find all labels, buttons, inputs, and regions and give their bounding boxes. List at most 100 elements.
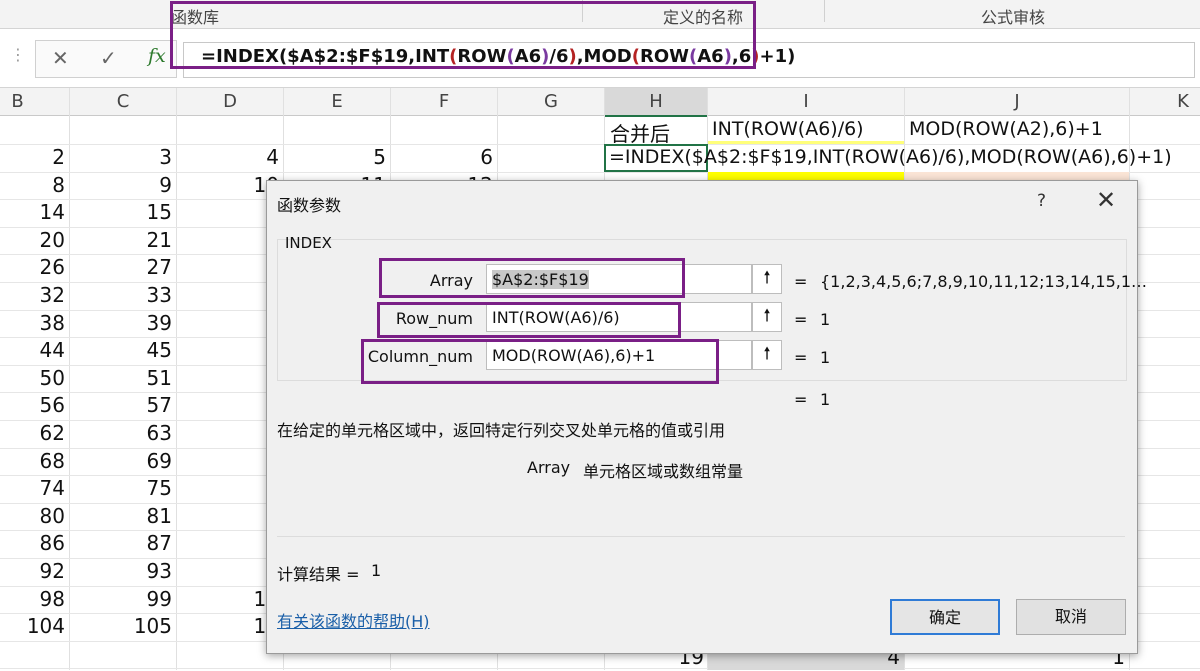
column-c-cell[interactable]: 33 [70,282,172,309]
column-d-cell[interactable]: 7 [177,475,279,502]
equals-sign: = [794,310,808,329]
column-c-cell[interactable]: 27 [70,254,172,281]
row-num-result: 1 [820,310,831,329]
ribbon-divider [824,0,825,22]
column-b-cell[interactable]: 62 [0,420,65,447]
column-header-i[interactable]: I [708,91,904,112]
column-d-cell[interactable]: 10 [177,613,279,640]
column-d-cell[interactable]: 9 [177,558,279,585]
column-d-cell[interactable]: 10 [177,172,279,199]
column-header-b[interactable]: B [0,91,35,112]
cell-h2-formula: =INDEX($A$2:$F$19,INT(ROW(A6)/6),MOD(ROW… [609,146,1172,168]
equals-sign: = [794,390,808,409]
collapse-dialog-icon[interactable]: 🠕 [752,264,782,294]
cancel-formula-icon[interactable]: ✕ [52,46,69,70]
column-d-cell[interactable]: 7 [177,448,279,475]
equals-sign: = [794,348,808,367]
arg-help-description: 单元格区域或数组常量 [583,462,744,481]
column-b-cell[interactable]: 32 [0,282,65,309]
column-c-cell[interactable]: 69 [70,448,172,475]
column-b-cell[interactable]: 98 [0,586,65,613]
grip-icon: ⋮ [10,45,26,64]
formula-highlight-box [170,1,756,69]
column-b-cell[interactable]: 74 [0,475,65,502]
column-b-cell[interactable]: 56 [0,392,65,419]
ok-button[interactable]: 确定 [890,599,1000,635]
function-description: 在给定的单元格区域中，返回特定行列交叉处单元格的值或引用 [277,421,726,440]
column-header-j[interactable]: J [905,91,1129,112]
column-d-cell[interactable]: 2 [177,227,279,254]
column-c-cell[interactable]: 81 [70,503,172,530]
cell-i1[interactable]: INT(ROW(A6)/6) [712,118,864,140]
collapse-dialog-icon[interactable]: 🠕 [752,302,782,332]
column-b-cell[interactable]: 92 [0,558,65,585]
column-header-f[interactable]: F [391,91,497,112]
column-c-cell[interactable]: 15 [70,199,172,226]
column-b-cell[interactable]: 50 [0,365,65,392]
column-b-cell[interactable]: 80 [0,503,65,530]
column-header-e[interactable]: E [284,91,390,112]
column-c-cell[interactable]: 21 [70,227,172,254]
column-f-cell[interactable]: 6 [391,144,493,171]
column-c-cell[interactable]: 75 [70,475,172,502]
function-name: INDEX [285,234,332,252]
column-d-cell[interactable]: 8 [177,530,279,557]
cell-i1-highlight [708,141,904,144]
column-header-h[interactable]: H [605,88,707,117]
column-c-cell[interactable]: 105 [70,613,172,640]
collapse-dialog-icon[interactable]: 🠕 [752,340,782,370]
column-c-cell[interactable]: 3 [70,144,172,171]
column-d-cell[interactable]: 2 [177,254,279,281]
column-d-cell[interactable]: 10 [177,586,279,613]
column-b-cell[interactable]: 2 [0,144,65,171]
column-c-cell[interactable]: 57 [70,392,172,419]
dialog-divider [277,536,1125,537]
column-num-result: 1 [820,348,831,367]
column-d-cell[interactable]: 5 [177,392,279,419]
column-header-d[interactable]: D [177,91,283,112]
help-icon[interactable]: ? [1037,191,1046,211]
insert-function-icon[interactable]: fx [148,45,166,67]
column-b-cell[interactable]: 20 [0,227,65,254]
column-d-cell[interactable]: 4 [177,144,279,171]
column-header-g[interactable]: G [498,91,604,112]
cell-j1[interactable]: MOD(ROW(A2),6)+1 [909,118,1103,140]
close-icon[interactable]: ✕ [1096,186,1116,214]
column-header-k[interactable]: K [1130,91,1200,112]
column-b-cell[interactable]: 104 [0,613,65,640]
column-d-cell[interactable]: 6 [177,420,279,447]
equals-sign: = [794,272,808,291]
column-b-cell[interactable]: 8 [0,172,65,199]
column-d-cell[interactable]: 1 [177,199,279,226]
array-highlight-box [379,258,685,298]
cell-h1[interactable]: 合并后 [610,118,670,147]
column-d-cell[interactable]: 3 [177,282,279,309]
column-d-cell[interactable]: 5 [177,365,279,392]
cancel-button[interactable]: 取消 [1016,599,1126,635]
column-c-cell[interactable]: 99 [70,586,172,613]
column-b-cell[interactable]: 26 [0,254,65,281]
column-b-cell[interactable]: 44 [0,337,65,364]
column-b-cell[interactable]: 38 [0,310,65,337]
cell-j3-fill [905,172,1129,180]
column-b-cell[interactable]: 14 [0,199,65,226]
column-b-cell[interactable]: 68 [0,448,65,475]
column-c-cell[interactable]: 63 [70,420,172,447]
column-c-cell[interactable]: 87 [70,530,172,557]
column-d-cell[interactable]: 4 [177,337,279,364]
column-c-cell[interactable]: 39 [70,310,172,337]
column-d-cell[interactable]: 4 [177,310,279,337]
row-num-highlight-box [377,302,681,338]
function-help-link[interactable]: 有关该函数的帮助(H) [277,608,430,632]
enter-formula-icon[interactable]: ✓ [100,46,117,70]
ribbon-group-formula-auditing: 公式审核 [980,8,1045,27]
column-c-cell[interactable]: 45 [70,337,172,364]
column-header-c[interactable]: C [70,91,176,112]
column-c-cell[interactable]: 93 [70,558,172,585]
cell-i3-yellow [708,172,904,180]
column-c-cell[interactable]: 51 [70,365,172,392]
column-b-cell[interactable]: 86 [0,530,65,557]
column-e-cell[interactable]: 5 [284,144,386,171]
column-c-cell[interactable]: 9 [70,172,172,199]
column-d-cell[interactable]: 8 [177,503,279,530]
